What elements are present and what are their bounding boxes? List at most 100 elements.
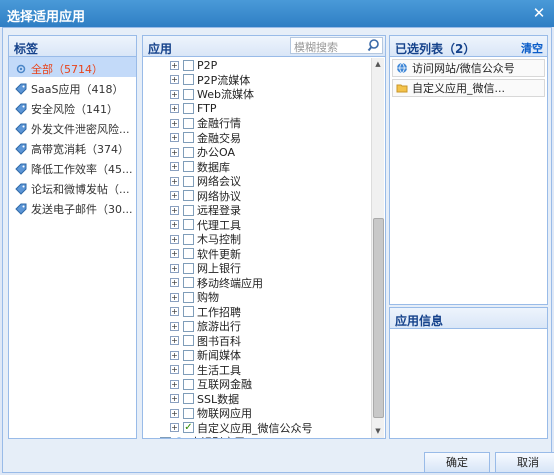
expand-icon[interactable]: +: [170, 176, 179, 186]
app-checkbox[interactable]: [183, 190, 194, 202]
app-row[interactable]: + P2P: [143, 58, 372, 73]
app-checkbox[interactable]: [183, 132, 194, 144]
expand-icon[interactable]: +: [170, 336, 179, 346]
app-row[interactable]: + 金融行情: [143, 116, 372, 131]
app-row[interactable]: + 软件更新: [143, 247, 372, 262]
app-checkbox[interactable]: [183, 378, 194, 390]
app-checkbox[interactable]: ✓: [183, 422, 194, 434]
app-checkbox[interactable]: [183, 233, 194, 245]
tag-item[interactable]: 降低工作效率（45...: [9, 157, 136, 177]
app-row[interactable]: + ✓ 自定义应用_微信公众号: [143, 421, 372, 436]
app-row[interactable]: + 图书百科: [143, 334, 372, 349]
app-checkbox[interactable]: [183, 161, 194, 173]
scroll-down-icon[interactable]: ▼: [372, 425, 384, 438]
expand-icon[interactable]: +: [170, 234, 179, 244]
app-checkbox[interactable]: [183, 291, 194, 303]
tag-icon: [15, 163, 27, 175]
expand-icon[interactable]: +: [170, 60, 179, 70]
expand-icon[interactable]: +: [170, 118, 179, 128]
app-checkbox[interactable]: [183, 59, 194, 71]
app-row[interactable]: + 网络会议: [143, 174, 372, 189]
app-checkbox[interactable]: [183, 117, 194, 129]
app-row[interactable]: + 金融交易: [143, 131, 372, 146]
expand-icon[interactable]: +: [170, 394, 179, 404]
expand-icon[interactable]: +: [170, 147, 179, 157]
app-checkbox[interactable]: [183, 349, 194, 361]
app-row[interactable]: + 移动终端应用: [143, 276, 372, 291]
tag-item[interactable]: 论坛和微博发帖（...: [9, 177, 136, 197]
app-checkbox[interactable]: [183, 103, 194, 115]
expand-icon[interactable]: +: [170, 321, 179, 331]
app-checkbox[interactable]: [183, 335, 194, 347]
app-checkbox[interactable]: [183, 88, 194, 100]
app-checkbox[interactable]: [183, 74, 194, 86]
app-checkbox[interactable]: [183, 320, 194, 332]
app-row[interactable]: + 物联网应用: [143, 406, 372, 421]
app-checkbox[interactable]: [183, 262, 194, 274]
expand-icon[interactable]: +: [170, 408, 179, 418]
app-checkbox[interactable]: [183, 364, 194, 376]
close-icon[interactable]: ✕: [530, 4, 548, 22]
app-row[interactable]: + 木马控制: [143, 232, 372, 247]
app-row[interactable]: + 数据库: [143, 160, 372, 175]
expand-icon[interactable]: +: [170, 307, 179, 317]
app-row[interactable]: + 网络协议: [143, 189, 372, 204]
app-checkbox[interactable]: [183, 219, 194, 231]
expand-icon[interactable]: +: [170, 249, 179, 259]
expand-icon[interactable]: +: [170, 263, 179, 273]
tag-item[interactable]: 安全风险（141）: [9, 97, 136, 117]
app-row[interactable]: + 办公OA: [143, 145, 372, 160]
apps-scrollbar[interactable]: ▲ ▼: [371, 58, 384, 438]
app-row[interactable]: + 购物: [143, 290, 372, 305]
app-checkbox[interactable]: [183, 146, 194, 158]
expand-icon[interactable]: +: [170, 191, 179, 201]
app-checkbox[interactable]: [183, 306, 194, 318]
app-row[interactable]: + Web流媒体: [143, 87, 372, 102]
tag-item[interactable]: 全部（5714）: [9, 57, 136, 77]
ok-button[interactable]: 确定: [424, 452, 490, 473]
app-checkbox[interactable]: [160, 436, 171, 438]
app-row[interactable]: + 工作招聘: [143, 305, 372, 320]
expand-icon[interactable]: +: [170, 162, 179, 172]
app-checkbox[interactable]: [183, 204, 194, 216]
app-checkbox[interactable]: [183, 393, 194, 405]
expand-icon[interactable]: +: [170, 133, 179, 143]
search-icon[interactable]: [367, 38, 382, 53]
selected-item[interactable]: 访问网站/微信公众号: [392, 59, 545, 77]
expand-icon[interactable]: +: [170, 278, 179, 288]
search-input[interactable]: 模糊搜索: [290, 37, 383, 54]
expand-icon[interactable]: +: [170, 350, 179, 360]
tag-item[interactable]: 外发文件泄密风险...: [9, 117, 136, 137]
app-checkbox[interactable]: [183, 407, 194, 419]
app-row[interactable]: + 网上银行: [143, 261, 372, 276]
tag-item[interactable]: 高带宽消耗（374）: [9, 137, 136, 157]
expand-icon[interactable]: +: [170, 379, 179, 389]
expand-icon[interactable]: +: [170, 89, 179, 99]
app-checkbox[interactable]: [183, 277, 194, 289]
app-checkbox[interactable]: [183, 248, 194, 260]
tag-item[interactable]: SaaS应用（418）: [9, 77, 136, 97]
app-row[interactable]: + 代理工具: [143, 218, 372, 233]
app-row[interactable]: + FTP: [143, 102, 372, 117]
app-row[interactable]: + 旅游出行: [143, 319, 372, 334]
expand-icon[interactable]: +: [170, 75, 179, 85]
expand-icon[interactable]: +: [170, 292, 179, 302]
app-row[interactable]: + 远程登录: [143, 203, 372, 218]
scroll-thumb[interactable]: [373, 218, 384, 418]
cancel-button[interactable]: 取消: [495, 452, 554, 473]
app-row[interactable]: + 互联网金融: [143, 377, 372, 392]
expand-icon[interactable]: +: [170, 205, 179, 215]
expand-icon[interactable]: +: [170, 365, 179, 375]
tag-item[interactable]: 发送电子邮件（30...: [9, 197, 136, 217]
app-checkbox[interactable]: [183, 175, 194, 187]
app-row[interactable]: + 新闻媒体: [143, 348, 372, 363]
scroll-up-icon[interactable]: ▲: [372, 58, 384, 71]
expand-icon[interactable]: +: [170, 423, 179, 433]
app-row[interactable]: + P2P流媒体: [143, 73, 372, 88]
app-row[interactable]: + 生活工具: [143, 363, 372, 378]
selected-item[interactable]: 自定义应用_微信...: [392, 79, 545, 97]
clear-button[interactable]: 清空: [521, 40, 543, 56]
expand-icon[interactable]: +: [170, 220, 179, 230]
app-row[interactable]: + SSL数据: [143, 392, 372, 407]
expand-icon[interactable]: +: [170, 104, 179, 114]
